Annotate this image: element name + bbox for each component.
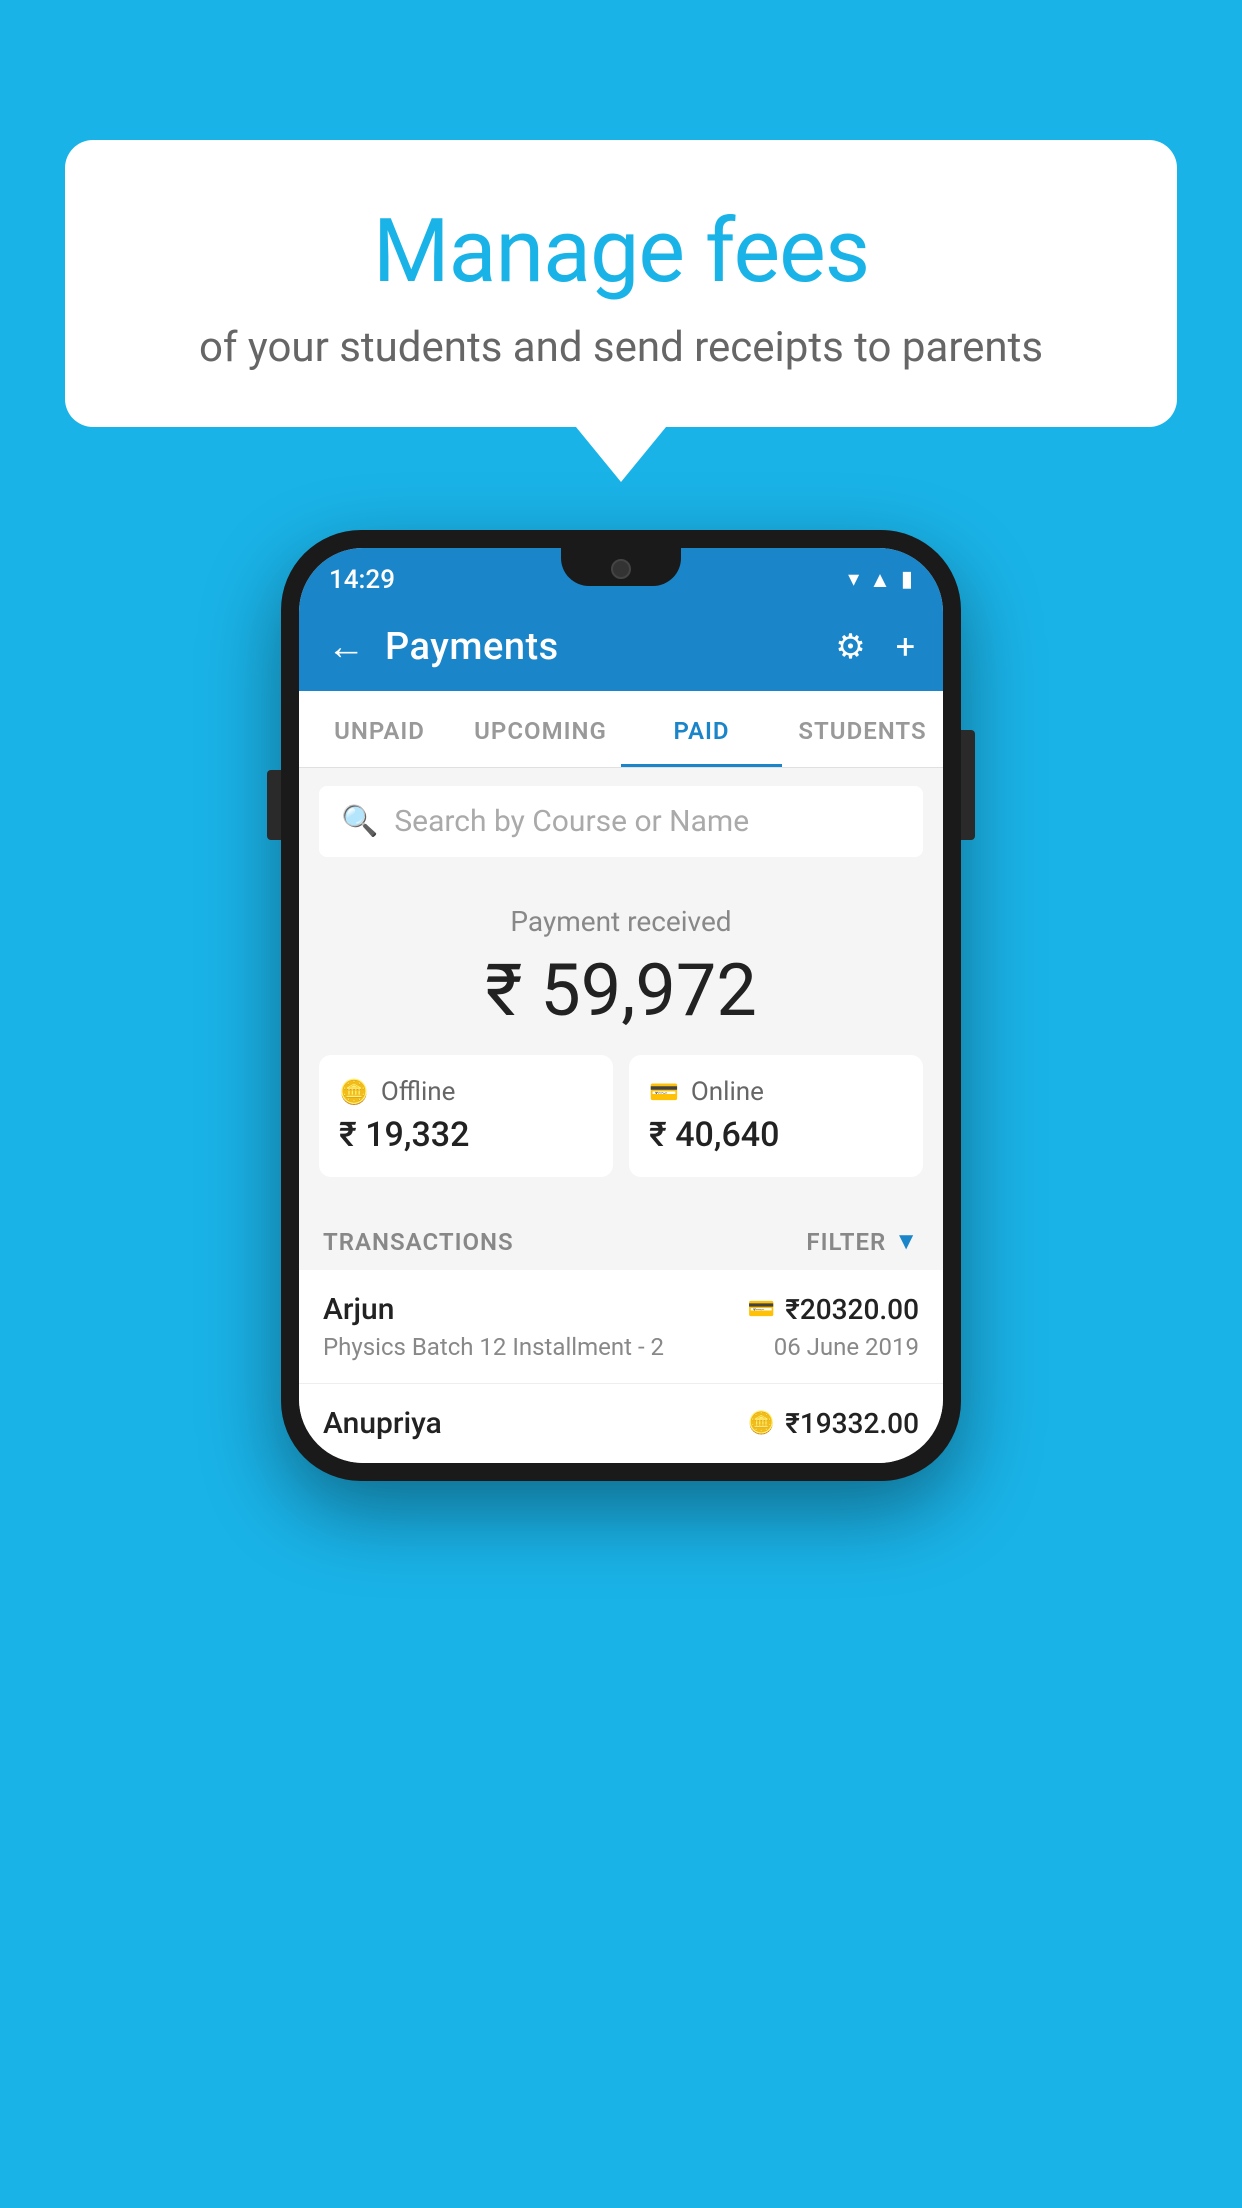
- tabs-bar: UNPAID UPCOMING PAID STUDENTS: [299, 691, 943, 768]
- transaction-amount: ₹20320.00: [785, 1293, 919, 1326]
- app-header: ← Payments ⚙ +: [299, 603, 943, 691]
- offline-card-header: 🪙 Offline: [339, 1077, 593, 1107]
- wifi-icon: ▾: [848, 567, 859, 592]
- transaction-amount-wrap-2: 🪙 ₹19332.00: [748, 1407, 919, 1440]
- transaction-amount-wrap: 💳 ₹20320.00: [748, 1293, 919, 1326]
- transaction-amount-2: ₹19332.00: [785, 1407, 919, 1440]
- phone-outer-shell: 14:29 ▾ ▲ ▮ ← Payments ⚙ +: [281, 530, 961, 1481]
- transaction-name: Arjun: [323, 1292, 394, 1327]
- status-time: 14:29: [329, 565, 395, 595]
- transaction-date: 06 June 2019: [774, 1333, 919, 1361]
- speech-bubble-arrow: [576, 427, 666, 482]
- battery-icon: ▮: [901, 567, 913, 592]
- tab-unpaid[interactable]: UNPAID: [299, 691, 460, 767]
- card-payment-icon: 💳: [748, 1297, 775, 1322]
- transaction-name-2: Anupriya: [323, 1406, 442, 1441]
- phone-screen: 14:29 ▾ ▲ ▮ ← Payments ⚙ +: [299, 548, 943, 1463]
- tab-paid[interactable]: PAID: [621, 691, 782, 767]
- transactions-header: TRANSACTIONS FILTER ▼: [299, 1207, 943, 1270]
- payment-received-label: Payment received: [319, 905, 923, 938]
- search-input[interactable]: Search by Course or Name: [394, 804, 749, 839]
- status-icons: ▾ ▲ ▮: [848, 567, 913, 593]
- online-card-header: 💳 Online: [649, 1077, 903, 1107]
- online-amount: ₹ 40,640: [649, 1115, 903, 1155]
- payment-total-amount: ₹ 59,972: [319, 948, 923, 1033]
- offline-label: Offline: [381, 1077, 456, 1107]
- phone-mockup: 14:29 ▾ ▲ ▮ ← Payments ⚙ +: [281, 530, 961, 1481]
- tab-upcoming[interactable]: UPCOMING: [460, 691, 621, 767]
- payment-summary: Payment received ₹ 59,972 🪙 Offline ₹ 19…: [299, 875, 943, 1207]
- transaction-row[interactable]: Anupriya 🪙 ₹19332.00: [299, 1384, 943, 1463]
- offline-payment-icon: 🪙: [339, 1078, 369, 1106]
- transaction-row-top: Arjun 💳 ₹20320.00: [323, 1292, 919, 1327]
- transaction-row-bottom: Physics Batch 12 Installment - 2 06 June…: [323, 1333, 919, 1361]
- filter-button[interactable]: FILTER ▼: [806, 1227, 919, 1256]
- online-payment-icon: 💳: [649, 1078, 679, 1106]
- online-card: 💳 Online ₹ 40,640: [629, 1055, 923, 1177]
- header-right: ⚙ +: [835, 627, 915, 667]
- filter-icon: ▼: [894, 1227, 919, 1256]
- speech-bubble: Manage fees of your students and send re…: [65, 140, 1177, 427]
- offline-card: 🪙 Offline ₹ 19,332: [319, 1055, 613, 1177]
- settings-icon[interactable]: ⚙: [835, 627, 865, 667]
- speech-bubble-subtitle: of your students and send receipts to pa…: [145, 323, 1097, 372]
- signal-icon: ▲: [869, 567, 891, 593]
- payment-cards: 🪙 Offline ₹ 19,332 💳 Online ₹ 40,640: [319, 1055, 923, 1177]
- search-box[interactable]: 🔍 Search by Course or Name: [319, 786, 923, 857]
- back-button[interactable]: ←: [327, 625, 365, 669]
- header-left: ← Payments: [327, 625, 559, 669]
- filter-label: FILTER: [806, 1228, 886, 1256]
- speech-bubble-title: Manage fees: [145, 200, 1097, 303]
- cash-payment-icon: 🪙: [748, 1411, 775, 1436]
- phone-camera: [611, 559, 631, 579]
- speech-bubble-container: Manage fees of your students and send re…: [65, 140, 1177, 482]
- tab-students[interactable]: STUDENTS: [782, 691, 943, 767]
- add-icon[interactable]: +: [896, 627, 915, 667]
- online-label: Online: [691, 1077, 764, 1107]
- offline-amount: ₹ 19,332: [339, 1115, 593, 1155]
- transaction-detail: Physics Batch 12 Installment - 2: [323, 1333, 664, 1361]
- search-container: 🔍 Search by Course or Name: [299, 768, 943, 875]
- transactions-label: TRANSACTIONS: [323, 1228, 514, 1256]
- header-title: Payments: [385, 625, 559, 669]
- search-icon: 🔍: [341, 804, 378, 839]
- transaction-row[interactable]: Arjun 💳 ₹20320.00 Physics Batch 12 Insta…: [299, 1270, 943, 1384]
- transaction-row-top-2: Anupriya 🪙 ₹19332.00: [323, 1406, 919, 1441]
- phone-notch: [561, 548, 681, 586]
